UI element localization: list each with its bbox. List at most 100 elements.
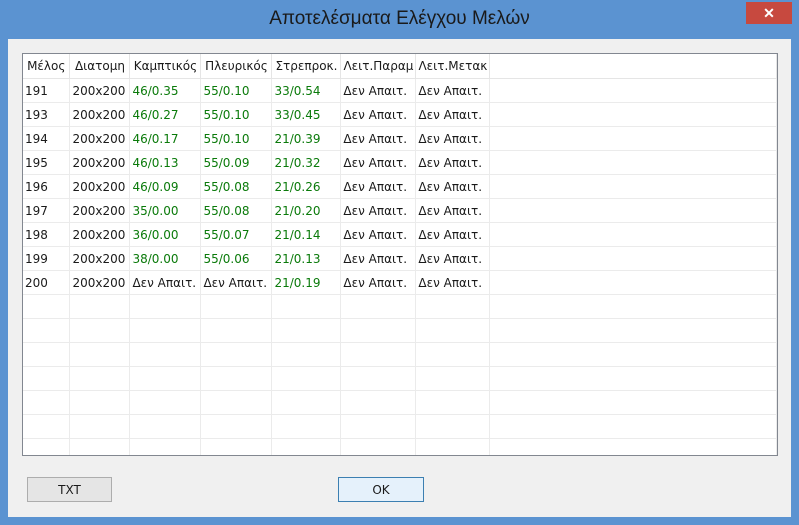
table-cell[interactable] <box>489 126 777 151</box>
table-cell[interactable] <box>271 414 342 439</box>
column-header[interactable]: Μέλος <box>23 54 71 79</box>
table-cell[interactable]: Δεν Απαιτ. <box>415 174 491 199</box>
column-header[interactable]: Λειτ.Παραμ <box>340 54 417 79</box>
ok-button[interactable]: OK <box>338 477 424 502</box>
table-cell[interactable] <box>340 366 417 391</box>
table-cell[interactable]: 55/0.10 <box>200 126 273 151</box>
table-cell[interactable] <box>415 438 491 455</box>
table-cell[interactable]: 55/0.06 <box>200 246 273 271</box>
table-row[interactable] <box>23 294 777 319</box>
table-cell[interactable]: 36/0.00 <box>129 222 202 247</box>
table-cell[interactable]: 55/0.10 <box>200 78 273 103</box>
table-cell[interactable]: 199 <box>23 246 71 271</box>
table-cell[interactable]: 196 <box>23 174 71 199</box>
table-cell[interactable] <box>69 318 131 343</box>
table-cell[interactable]: 55/0.08 <box>200 198 273 223</box>
table-cell[interactable]: Δεν Απαιτ. <box>415 102 491 127</box>
table-cell[interactable] <box>340 294 417 319</box>
table-cell[interactable] <box>69 390 131 415</box>
table-cell[interactable] <box>271 342 342 367</box>
table-cell[interactable]: Δεν Απαιτ. <box>340 222 417 247</box>
table-cell[interactable]: 21/0.39 <box>271 126 342 151</box>
table-cell[interactable]: Δεν Απαιτ. <box>415 150 491 175</box>
table-row[interactable] <box>23 318 777 343</box>
table-cell[interactable] <box>489 270 777 295</box>
column-header[interactable]: Πλευρικός <box>200 54 273 79</box>
table-cell[interactable]: Δεν Απαιτ. <box>415 198 491 223</box>
table-cell[interactable] <box>340 414 417 439</box>
table-cell[interactable] <box>69 366 131 391</box>
column-header[interactable]: Λειτ.Μετακ <box>415 54 491 79</box>
table-cell[interactable]: 21/0.19 <box>271 270 342 295</box>
column-header[interactable]: Διατομη <box>69 54 131 79</box>
table-cell[interactable]: 200x200 <box>69 78 131 103</box>
table-cell[interactable] <box>415 366 491 391</box>
table-cell[interactable] <box>340 438 417 455</box>
table-cell[interactable]: 35/0.00 <box>129 198 202 223</box>
table-cell[interactable]: 200x200 <box>69 270 131 295</box>
table-cell[interactable]: 198 <box>23 222 71 247</box>
table-cell[interactable]: Δεν Απαιτ. <box>415 126 491 151</box>
table-cell[interactable] <box>200 342 273 367</box>
table-cell[interactable] <box>69 342 131 367</box>
table-cell[interactable] <box>489 150 777 175</box>
table-cell[interactable]: Δεν Απαιτ. <box>129 270 202 295</box>
table-cell[interactable]: 46/0.27 <box>129 102 202 127</box>
table-cell[interactable] <box>489 318 777 343</box>
table-cell[interactable] <box>69 438 131 455</box>
table-cell[interactable]: 21/0.13 <box>271 246 342 271</box>
table-cell[interactable]: 55/0.09 <box>200 150 273 175</box>
table-cell[interactable]: 21/0.20 <box>271 198 342 223</box>
table-cell[interactable]: Δεν Απαιτ. <box>200 270 273 295</box>
table-cell[interactable]: Δεν Απαιτ. <box>415 222 491 247</box>
table-cell[interactable]: 200x200 <box>69 222 131 247</box>
table-row[interactable] <box>23 342 777 367</box>
table-cell[interactable] <box>340 390 417 415</box>
table-cell[interactable]: 33/0.45 <box>271 102 342 127</box>
table-cell[interactable]: 21/0.14 <box>271 222 342 247</box>
table-cell[interactable] <box>23 390 71 415</box>
table-cell[interactable]: 38/0.00 <box>129 246 202 271</box>
table-cell[interactable]: Δεν Απαιτ. <box>340 126 417 151</box>
table-cell[interactable] <box>23 294 71 319</box>
table-row[interactable]: 198 200x200 36/0.00 55/0.07 21/0.14 Δεν Απαιτ… <box>23 222 777 247</box>
txt-button[interactable]: TXT <box>27 477 112 502</box>
table-cell[interactable] <box>489 366 777 391</box>
table-cell[interactable] <box>271 294 342 319</box>
table-row[interactable] <box>23 390 777 415</box>
table-cell[interactable] <box>271 366 342 391</box>
table-cell[interactable] <box>489 222 777 247</box>
table-cell[interactable]: 191 <box>23 78 71 103</box>
table-cell[interactable]: 46/0.17 <box>129 126 202 151</box>
table-cell[interactable]: 200x200 <box>69 126 131 151</box>
table-cell[interactable]: 197 <box>23 198 71 223</box>
table-row[interactable] <box>23 366 777 391</box>
table-row[interactable]: 191 200x200 46/0.35 55/0.10 33/0.54 Δεν Απαιτ… <box>23 78 777 103</box>
table-cell[interactable]: 195 <box>23 150 71 175</box>
table-cell[interactable] <box>23 366 71 391</box>
table-cell[interactable]: 200x200 <box>69 102 131 127</box>
table-cell[interactable]: Δεν Απαιτ. <box>340 102 417 127</box>
table-cell[interactable]: 200 <box>23 270 71 295</box>
results-grid[interactable]: Μέλος Διατομη Καμπτικός Πλευρικός Στρεπροκ. Λ… <box>22 53 778 456</box>
table-cell[interactable]: 200x200 <box>69 174 131 199</box>
table-cell[interactable] <box>489 390 777 415</box>
table-cell[interactable] <box>340 318 417 343</box>
table-cell[interactable] <box>489 78 777 103</box>
table-cell[interactable] <box>415 342 491 367</box>
table-cell[interactable]: 55/0.10 <box>200 102 273 127</box>
table-cell[interactable]: Δεν Απαιτ. <box>415 246 491 271</box>
table-cell[interactable]: 21/0.26 <box>271 174 342 199</box>
table-cell[interactable]: 193 <box>23 102 71 127</box>
table-cell[interactable] <box>200 366 273 391</box>
table-cell[interactable] <box>489 102 777 127</box>
table-row[interactable]: 194 200x200 46/0.17 55/0.10 21/0.39 Δεν Απαιτ… <box>23 126 777 151</box>
table-cell[interactable] <box>489 198 777 223</box>
table-cell[interactable] <box>271 318 342 343</box>
table-cell[interactable]: 200x200 <box>69 150 131 175</box>
table-cell[interactable]: 21/0.32 <box>271 150 342 175</box>
table-cell[interactable] <box>129 366 202 391</box>
table-row[interactable]: 196 200x200 46/0.09 55/0.08 21/0.26 Δεν Απαιτ… <box>23 174 777 199</box>
table-row[interactable]: 193 200x200 46/0.27 55/0.10 33/0.45 Δεν Απαιτ… <box>23 102 777 127</box>
table-cell[interactable]: 200x200 <box>69 246 131 271</box>
